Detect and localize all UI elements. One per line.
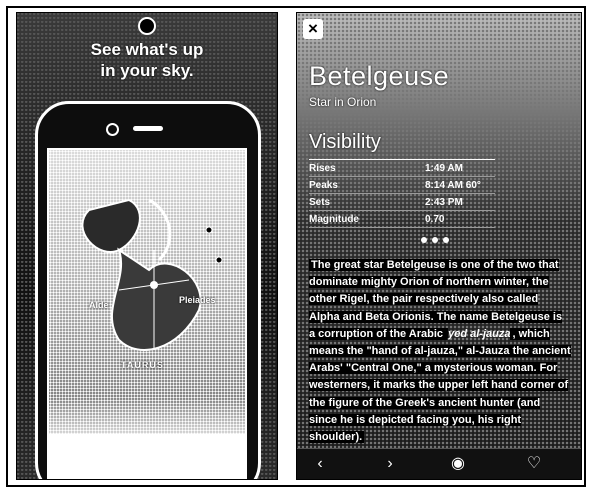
visibility-row: Magnitude 0.70 [309,211,495,228]
phone-screen: Alde Pleiades TAURUS [47,148,247,479]
visibility-key: Rises [309,162,336,174]
headline-prefix: in [100,61,121,80]
headline-line-1: See what's up [90,40,204,59]
close-icon[interactable]: × [303,19,323,39]
headline-line-2: in your sky. [17,60,277,81]
visibility-key: Sets [309,196,331,208]
description-italic: yed al-jauza [448,327,511,340]
visibility-row: Rises 1:49 AM [309,160,495,177]
constellation-label: TAURUS [121,360,164,370]
visibility-value: 1:49 AM [425,162,463,174]
camera-icon [106,123,119,136]
visibility-heading: Visibility [309,131,381,153]
heart-icon[interactable]: ♡ [523,453,545,475]
speaker-slot [133,126,163,131]
page-indicator[interactable] [421,237,449,243]
star-label-alde: Alde [89,300,109,310]
chevron-left-icon[interactable]: ‹ [309,453,331,475]
bottom-toolbar: ‹ › ◉ ♡ [297,448,581,479]
visibility-value: 0.70 [425,213,445,225]
visibility-table: Rises 1:49 AM Peaks 8:14 AM 60° Sets 2:4… [309,159,495,228]
visibility-row: Sets 2:43 PM [309,194,495,211]
phone-mockup: Alde Pleiades TAURUS [35,101,261,479]
taurus-constellation-art [81,198,223,351]
page-dot[interactable] [432,237,438,243]
visibility-key: Peaks [309,179,338,191]
star-description: The great star Betelgeuse is one of the … [309,257,571,446]
star-title: Betelgeuse [309,61,450,91]
headline-emphasis: your [120,61,158,80]
star-label-pleiades: Pleiades [179,295,216,305]
page-dot[interactable] [421,237,427,243]
visibility-key: Magnitude [309,213,359,225]
top-circle-icon [138,17,156,35]
star-detail-panel: × Betelgeuse Star in Orion Visibility Ri… [296,12,582,480]
star-subtitle: Star in Orion [309,95,377,109]
promo-headline: See what's up in your sky. [17,39,277,81]
description-text-2: , which means the "hand of al-jauza," al… [309,327,571,444]
headline-suffix: sky. [157,61,194,80]
visibility-value: 8:14 AM 60° [425,179,481,191]
visibility-value: 2:43 PM [425,196,463,208]
horizon-ground [49,434,245,479]
visibility-row: Peaks 8:14 AM 60° [309,177,495,194]
chevron-right-icon[interactable]: › [379,453,401,475]
page-dot[interactable] [443,237,449,243]
target-icon[interactable]: ◉ [447,453,469,475]
promo-panel: See what's up in your sky. Alde Pleiades… [16,12,278,480]
